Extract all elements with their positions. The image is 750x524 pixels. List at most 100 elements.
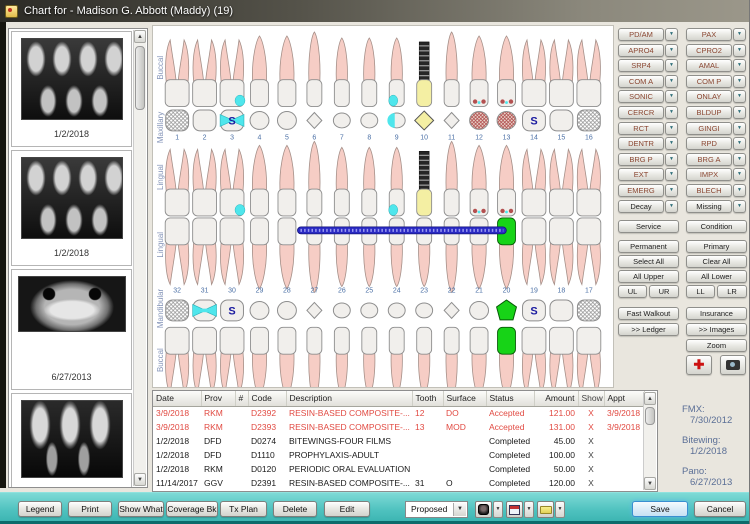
tooth-21-occlusal[interactable] xyxy=(469,300,490,320)
tooth-18-lingual[interactable] xyxy=(549,217,574,286)
all-lower-button[interactable]: All Lower xyxy=(686,270,747,283)
tooth-3-lingual[interactable] xyxy=(219,147,246,217)
tooth-29-lingual[interactable] xyxy=(250,217,269,290)
missing-dropdown[interactable]: ▼ xyxy=(733,200,746,213)
proc-dropdown-rpd[interactable]: ▼ xyxy=(733,137,746,151)
xray-thumbnail[interactable]: 1/2/2018 xyxy=(11,31,132,147)
tooth-15-lingual[interactable] xyxy=(549,147,574,217)
proc-dropdown-dentr[interactable]: ▼ xyxy=(665,137,678,151)
select-all-button[interactable]: Select All xyxy=(618,255,679,268)
column-header-description[interactable]: Description xyxy=(286,391,413,407)
proc-dropdown-sonic[interactable]: ▼ xyxy=(665,90,678,104)
tooth-4-occlusal[interactable] xyxy=(249,111,270,130)
tooth-19-occlusal[interactable]: S xyxy=(522,299,546,322)
tooth-3-buccal[interactable] xyxy=(219,38,246,108)
tooth-1-lingual[interactable] xyxy=(164,147,190,217)
tooth-12-occlusal[interactable] xyxy=(469,111,490,130)
missing-button[interactable]: Missing xyxy=(686,200,732,213)
proc-dropdown-brg-a[interactable]: ▼ xyxy=(733,152,746,166)
xray-thumbnail[interactable]: 1/2/2018 xyxy=(11,150,132,266)
tooth-2-buccal[interactable] xyxy=(192,38,217,108)
tooth-32-occlusal[interactable] xyxy=(165,299,190,322)
tooth-31-lingual[interactable] xyxy=(192,217,217,286)
tooth-6-buccal[interactable] xyxy=(306,31,323,108)
tooth-22-occlusal[interactable] xyxy=(443,301,460,320)
procedure-row[interactable]: 3/9/2018 RKM D2393 RESIN-BASED COMPOSITE-..… xyxy=(153,420,644,434)
tooth-30-occlusal[interactable]: S xyxy=(220,299,244,322)
tooth-5-buccal[interactable] xyxy=(277,35,297,108)
proc-dropdown-impx[interactable]: ▼ xyxy=(733,168,746,182)
proc-dropdown-brg-p[interactable]: ▼ xyxy=(665,152,678,166)
tooth-5-lingual[interactable] xyxy=(277,144,297,217)
quadrant-ur-button[interactable]: UR xyxy=(649,285,679,298)
fast-walkout-button[interactable]: Fast Walkout xyxy=(618,307,679,320)
tooth-28-buccal[interactable] xyxy=(277,326,297,399)
column-header-code[interactable]: Code xyxy=(248,391,287,407)
tooth-23-buccal[interactable] xyxy=(416,326,433,397)
scroll-down-icon[interactable]: ▼ xyxy=(644,477,656,490)
tooth-16-lingual[interactable] xyxy=(576,147,602,217)
tooth-17-buccal[interactable] xyxy=(576,326,602,396)
proc-dropdown-com-p[interactable]: ▼ xyxy=(733,74,746,88)
proc-button-bldup[interactable]: BLDUP xyxy=(686,106,732,119)
tooth-6-occlusal[interactable] xyxy=(306,111,323,130)
tooth-10-lingual[interactable] xyxy=(416,151,433,217)
tooth-14-occlusal[interactable]: S xyxy=(522,109,546,132)
tooth-20-buccal[interactable] xyxy=(497,326,516,399)
tooth-1-buccal[interactable] xyxy=(164,38,190,108)
quadrant-lr-button[interactable]: LR xyxy=(717,285,747,298)
tooth-6-lingual[interactable] xyxy=(306,140,323,217)
quadrant-ll-button[interactable]: LL xyxy=(686,285,715,298)
tooth-2-lingual[interactable] xyxy=(192,147,217,217)
proc-button-pax[interactable]: PAX xyxy=(686,28,732,41)
tooth-22-buccal[interactable] xyxy=(443,326,460,403)
tooth-24-occlusal[interactable] xyxy=(387,302,406,319)
tooth-3-occlusal[interactable]: S xyxy=(219,109,245,132)
tooth-20-occlusal[interactable] xyxy=(496,299,518,321)
tooth-25-buccal[interactable] xyxy=(361,326,378,397)
procedure-row[interactable]: 11/14/2017 GGV D2391 RESIN-BASED COMPOSITE-… xyxy=(153,476,644,490)
proc-dropdown-com-a[interactable]: ▼ xyxy=(665,74,678,88)
lingual-retainer-bar[interactable] xyxy=(297,226,507,235)
condition-button[interactable]: Condition xyxy=(686,220,747,233)
tooth-27-occlusal[interactable] xyxy=(306,301,323,320)
tooth-32-buccal[interactable] xyxy=(164,326,190,396)
proc-dropdown-ext[interactable]: ▼ xyxy=(665,168,678,182)
tooth-23-occlusal[interactable] xyxy=(415,302,434,319)
tooth-30-buccal[interactable] xyxy=(219,326,245,396)
tooth-18-occlusal[interactable] xyxy=(549,299,574,322)
proc-button-cercr[interactable]: CERCR xyxy=(618,106,664,119)
proc-button-cpro2[interactable]: CPRO2 xyxy=(686,43,732,57)
proc-button-dentr[interactable]: DENTR xyxy=(618,137,664,151)
tooth-8-lingual[interactable] xyxy=(361,146,378,217)
thumbnail-scrollbar[interactable]: ▲ ▼ xyxy=(133,30,146,486)
proc-dropdown-srp4[interactable]: ▼ xyxy=(665,59,678,73)
tooth-29-buccal[interactable] xyxy=(250,326,269,399)
proc-dropdown-cpro2[interactable]: ▼ xyxy=(733,43,746,57)
tooth-8-buccal[interactable] xyxy=(361,37,378,108)
insurance-button[interactable]: Insurance xyxy=(686,307,747,320)
tooth-4-lingual[interactable] xyxy=(250,144,269,217)
tx-plan-button[interactable]: Tx Plan xyxy=(220,501,267,517)
primary-button[interactable]: Primary xyxy=(686,240,747,253)
tooth-13-occlusal[interactable] xyxy=(496,111,517,130)
clear-all-button[interactable]: Clear All xyxy=(686,255,747,268)
proc-dropdown-rct[interactable]: ▼ xyxy=(665,121,678,135)
proc-dropdown-amal[interactable]: ▼ xyxy=(733,59,746,73)
camera-button[interactable] xyxy=(720,355,746,375)
proc-dropdown-bldup[interactable]: ▼ xyxy=(733,106,746,119)
decay-dropdown[interactable]: ▼ xyxy=(665,200,678,213)
tooth-28-occlusal[interactable] xyxy=(276,300,297,320)
proc-button-impx[interactable]: IMPX xyxy=(686,168,732,182)
tooth-28-lingual[interactable] xyxy=(277,217,297,290)
xray-thumbnail[interactable] xyxy=(11,393,132,487)
tooth-31-occlusal[interactable] xyxy=(192,299,217,322)
proc-button-com-p[interactable]: COM P xyxy=(686,74,732,88)
service-button[interactable]: Service xyxy=(618,220,679,233)
tooth-15-buccal[interactable] xyxy=(549,38,574,108)
scrollbar-thumb[interactable] xyxy=(135,46,145,110)
proc-dropdown-blech[interactable]: ▼ xyxy=(733,184,746,197)
column-header-surface[interactable]: Surface xyxy=(443,391,487,407)
scroll-down-icon[interactable]: ▼ xyxy=(134,473,146,486)
title-bar[interactable]: Chart for - Madison G. Abbott (Maddy) (1… xyxy=(0,0,749,22)
